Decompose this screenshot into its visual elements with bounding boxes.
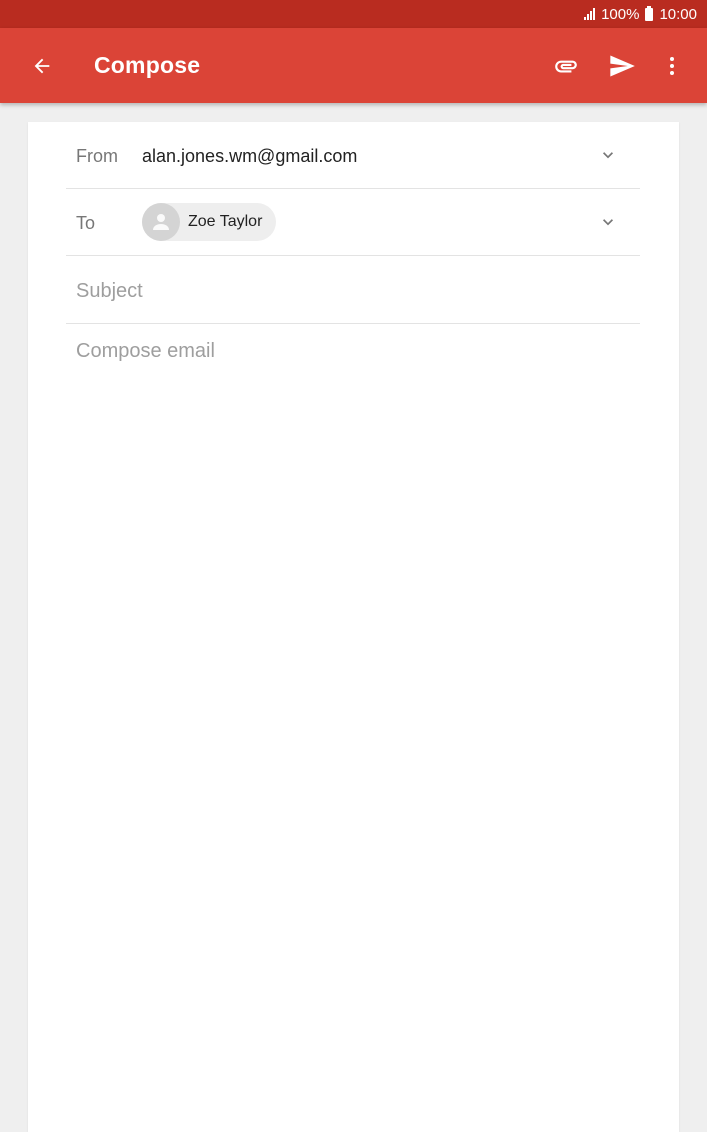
- chevron-down-icon: [603, 152, 613, 159]
- status-bar: 100% 10:00: [0, 0, 707, 28]
- subject-input[interactable]: [76, 278, 616, 304]
- subject-row: [66, 256, 640, 324]
- recipient-name: Zoe Taylor: [188, 213, 263, 230]
- from-dropdown-button[interactable]: [598, 145, 618, 165]
- arrow-back-icon: [34, 58, 50, 74]
- from-label: From: [76, 146, 118, 166]
- paperclip-icon: [555, 60, 577, 73]
- from-address[interactable]: alan.jones.wm@gmail.com: [142, 146, 357, 167]
- send-button[interactable]: [606, 50, 638, 82]
- signal-icon: [584, 8, 596, 20]
- avatar: [142, 203, 180, 241]
- battery-percentage: 100%: [601, 5, 640, 23]
- to-label: To: [76, 213, 96, 233]
- from-row[interactable]: From alan.jones.wm@gmail.com: [66, 122, 640, 189]
- recipient-chip[interactable]: Zoe Taylor: [142, 203, 277, 241]
- more-vert-icon: [670, 57, 674, 75]
- battery-icon: [645, 5, 654, 21]
- more-options-button[interactable]: [656, 50, 688, 82]
- to-dropdown-button[interactable]: [598, 212, 618, 232]
- chevron-down-icon: [603, 219, 613, 226]
- compose-body-input[interactable]: [76, 340, 636, 1100]
- send-icon: [610, 55, 635, 77]
- attach-button[interactable]: [550, 50, 582, 82]
- to-row[interactable]: To Zoe Taylor: [66, 189, 640, 256]
- back-button[interactable]: [26, 50, 58, 82]
- compose-card: From alan.jones.wm@gmail.com To Zoe Tayl…: [28, 122, 679, 1132]
- app-bar: Compose: [0, 28, 707, 103]
- page-title: Compose: [94, 52, 201, 78]
- status-time: 10:00: [659, 5, 697, 23]
- person-icon: [153, 214, 169, 230]
